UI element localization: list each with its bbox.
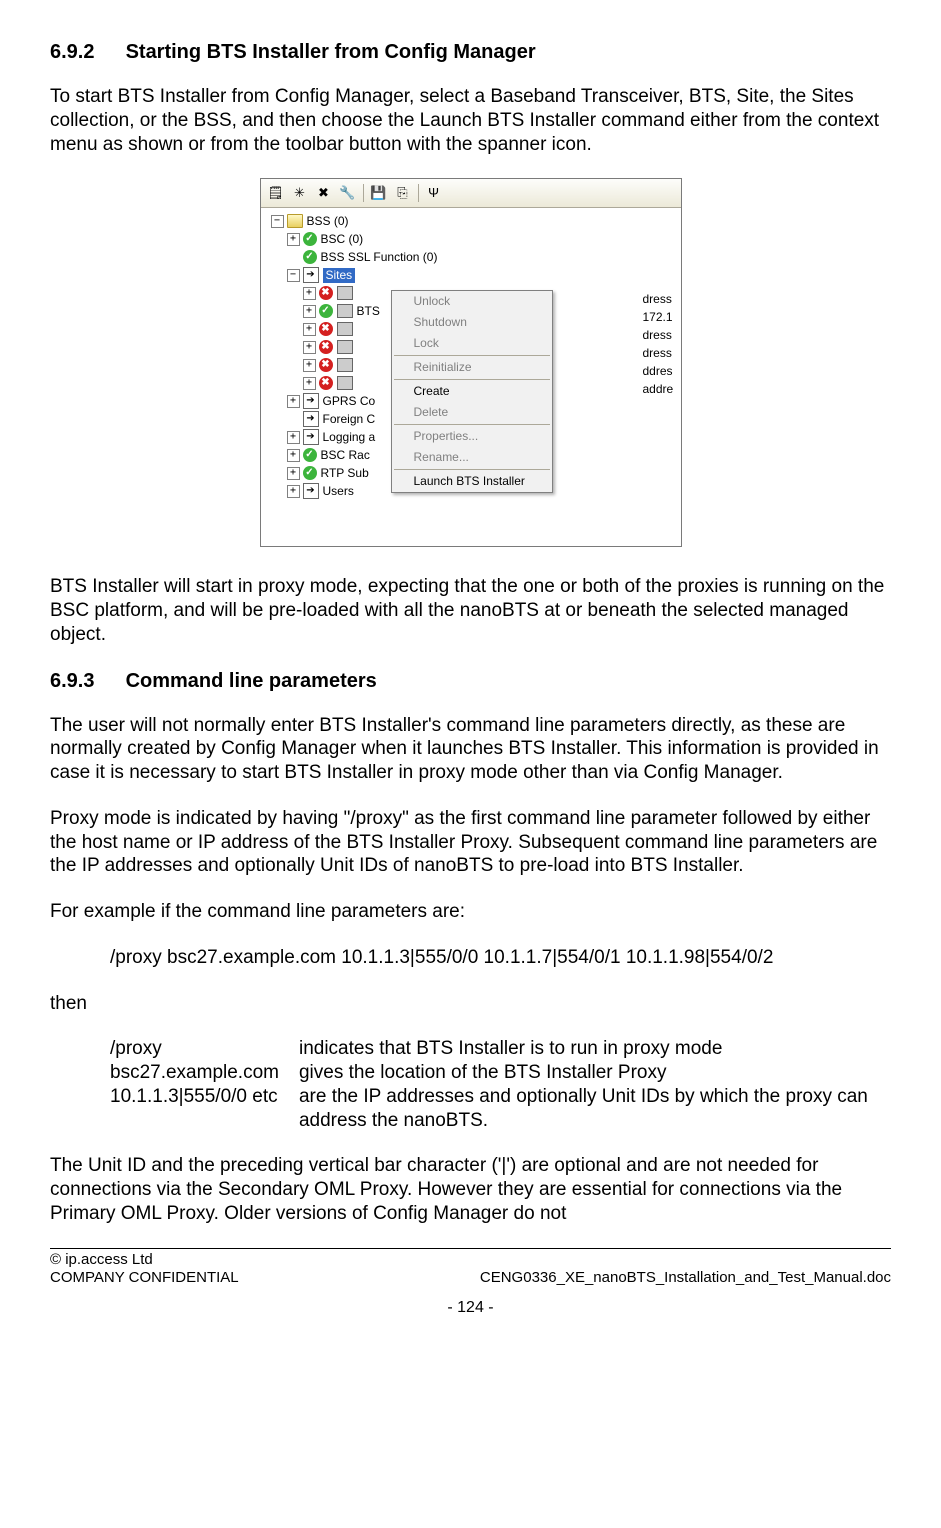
- block-icon: [337, 322, 353, 336]
- expand-icon[interactable]: +: [303, 359, 316, 372]
- document-name: CENG0336_XE_nanoBTS_Installation_and_Tes…: [480, 1269, 891, 1288]
- error-icon: ✖: [319, 322, 333, 336]
- table-row: 10.1.1.3|555/0/0 etc are the IP addresse…: [110, 1085, 891, 1133]
- block-icon: [337, 286, 353, 300]
- filter-icon[interactable]: Ψ: [423, 182, 445, 204]
- expand-icon[interactable]: +: [303, 305, 316, 318]
- arrow-icon: ➔: [303, 393, 319, 409]
- expand-icon[interactable]: +: [287, 485, 300, 498]
- ctx-rename[interactable]: Rename...: [392, 447, 552, 468]
- ctx-create[interactable]: Create: [392, 381, 552, 402]
- toolbar-separator: [363, 184, 364, 202]
- block-icon: [337, 358, 353, 372]
- paragraph: The Unit ID and the preceding vertical b…: [50, 1154, 891, 1225]
- screenshot-figure: 🗒 ✳ ✖ 🔧 💾 ⎘ Ψ − BSS (0) + ✓ BSC (0): [50, 178, 891, 547]
- wrench-icon[interactable]: 🔧: [337, 182, 359, 204]
- arrow-icon: ➜: [303, 411, 319, 427]
- tree-node-sites[interactable]: − ➔ Sites: [265, 266, 681, 284]
- section-heading-6-9-3: 6.9.3 Command line parameters: [50, 669, 891, 694]
- expand-icon[interactable]: +: [287, 395, 300, 408]
- ctx-shutdown[interactable]: Shutdown: [392, 312, 552, 333]
- block-icon: [337, 376, 353, 390]
- clipped-right-panel: dress 172.1 dress dress ddres addre: [643, 290, 681, 398]
- expand-icon[interactable]: +: [287, 233, 300, 246]
- tree-node-ssl[interactable]: ✓ BSS SSL Function (0): [265, 248, 681, 266]
- paragraph: Proxy mode is indicated by having "/prox…: [50, 807, 891, 878]
- block-icon: [337, 304, 353, 318]
- code-example: /proxy bsc27.example.com 10.1.1.3|555/0/…: [50, 946, 891, 970]
- footer-rule: [50, 1248, 891, 1249]
- ok-icon: ✓: [303, 232, 317, 246]
- note-icon[interactable]: 🗒: [265, 182, 287, 204]
- ok-icon: ✓: [319, 304, 333, 318]
- ctx-separator: [394, 424, 550, 425]
- expand-icon[interactable]: +: [287, 449, 300, 462]
- parameter-table: /proxy indicates that BTS Installer is t…: [110, 1037, 891, 1132]
- table-row: bsc27.example.com gives the location of …: [110, 1061, 891, 1085]
- ctx-delete[interactable]: Delete: [392, 402, 552, 423]
- ctx-properties[interactable]: Properties...: [392, 426, 552, 447]
- paragraph: To start BTS Installer from Config Manag…: [50, 85, 891, 156]
- tree-node-bsc[interactable]: + ✓ BSC (0): [265, 230, 681, 248]
- ctx-unlock[interactable]: Unlock: [392, 291, 552, 312]
- collapse-icon[interactable]: −: [271, 215, 284, 228]
- config-manager-window: 🗒 ✳ ✖ 🔧 💾 ⎘ Ψ − BSS (0) + ✓ BSC (0): [260, 178, 682, 547]
- ctx-separator: [394, 469, 550, 470]
- error-icon: ✖: [319, 376, 333, 390]
- expand-icon[interactable]: +: [303, 341, 316, 354]
- ok-icon: ✓: [303, 466, 317, 480]
- expand-icon[interactable]: +: [303, 377, 316, 390]
- page-number: - 124 -: [50, 1298, 891, 1318]
- table-row: /proxy indicates that BTS Installer is t…: [110, 1037, 891, 1061]
- paragraph: For example if the command line paramete…: [50, 900, 891, 924]
- ctx-launch-bts-installer[interactable]: Launch BTS Installer: [392, 471, 552, 492]
- ctx-separator: [394, 379, 550, 380]
- expand-icon[interactable]: +: [303, 287, 316, 300]
- tree-view[interactable]: − BSS (0) + ✓ BSC (0) ✓ BSS SSL Function…: [261, 208, 681, 546]
- block-icon: [337, 340, 353, 354]
- section-heading-6-9-2: 6.9.2 Starting BTS Installer from Config…: [50, 40, 891, 65]
- ok-icon: ✓: [303, 448, 317, 462]
- context-menu: Unlock Shutdown Lock Reinitialize Create…: [391, 290, 553, 493]
- ok-icon: ✓: [303, 250, 317, 264]
- expand-icon[interactable]: +: [303, 323, 316, 336]
- delete-icon[interactable]: ✖: [313, 182, 335, 204]
- arrow-icon: ➔: [303, 483, 319, 499]
- toolbar-separator: [418, 184, 419, 202]
- collapse-icon[interactable]: −: [287, 269, 300, 282]
- ctx-reinitialize[interactable]: Reinitialize: [392, 357, 552, 378]
- ctx-separator: [394, 355, 550, 356]
- folder-icon: [287, 214, 303, 228]
- error-icon: ✖: [319, 286, 333, 300]
- copyright: © ip.access Ltd: [50, 1251, 891, 1270]
- copy-icon[interactable]: ⎘: [392, 182, 414, 204]
- paragraph: then: [50, 992, 891, 1016]
- page-footer: © ip.access Ltd COMPANY CONFIDENTIAL CEN…: [50, 1251, 891, 1319]
- arrow-icon: ➔: [303, 429, 319, 445]
- expand-icon[interactable]: +: [287, 467, 300, 480]
- arrow-icon: ➔: [303, 267, 319, 283]
- expand-icon[interactable]: +: [287, 431, 300, 444]
- error-icon: ✖: [319, 358, 333, 372]
- new-icon[interactable]: ✳: [289, 182, 311, 204]
- ctx-lock[interactable]: Lock: [392, 333, 552, 354]
- paragraph: BTS Installer will start in proxy mode, …: [50, 575, 891, 646]
- error-icon: ✖: [319, 340, 333, 354]
- paragraph: The user will not normally enter BTS Ins…: [50, 714, 891, 785]
- tree-node-bss[interactable]: − BSS (0): [265, 212, 681, 230]
- confidential-label: COMPANY CONFIDENTIAL: [50, 1269, 239, 1288]
- save-icon[interactable]: 💾: [368, 182, 390, 204]
- toolbar: 🗒 ✳ ✖ 🔧 💾 ⎘ Ψ: [261, 179, 681, 208]
- selected-label: Sites: [323, 268, 356, 283]
